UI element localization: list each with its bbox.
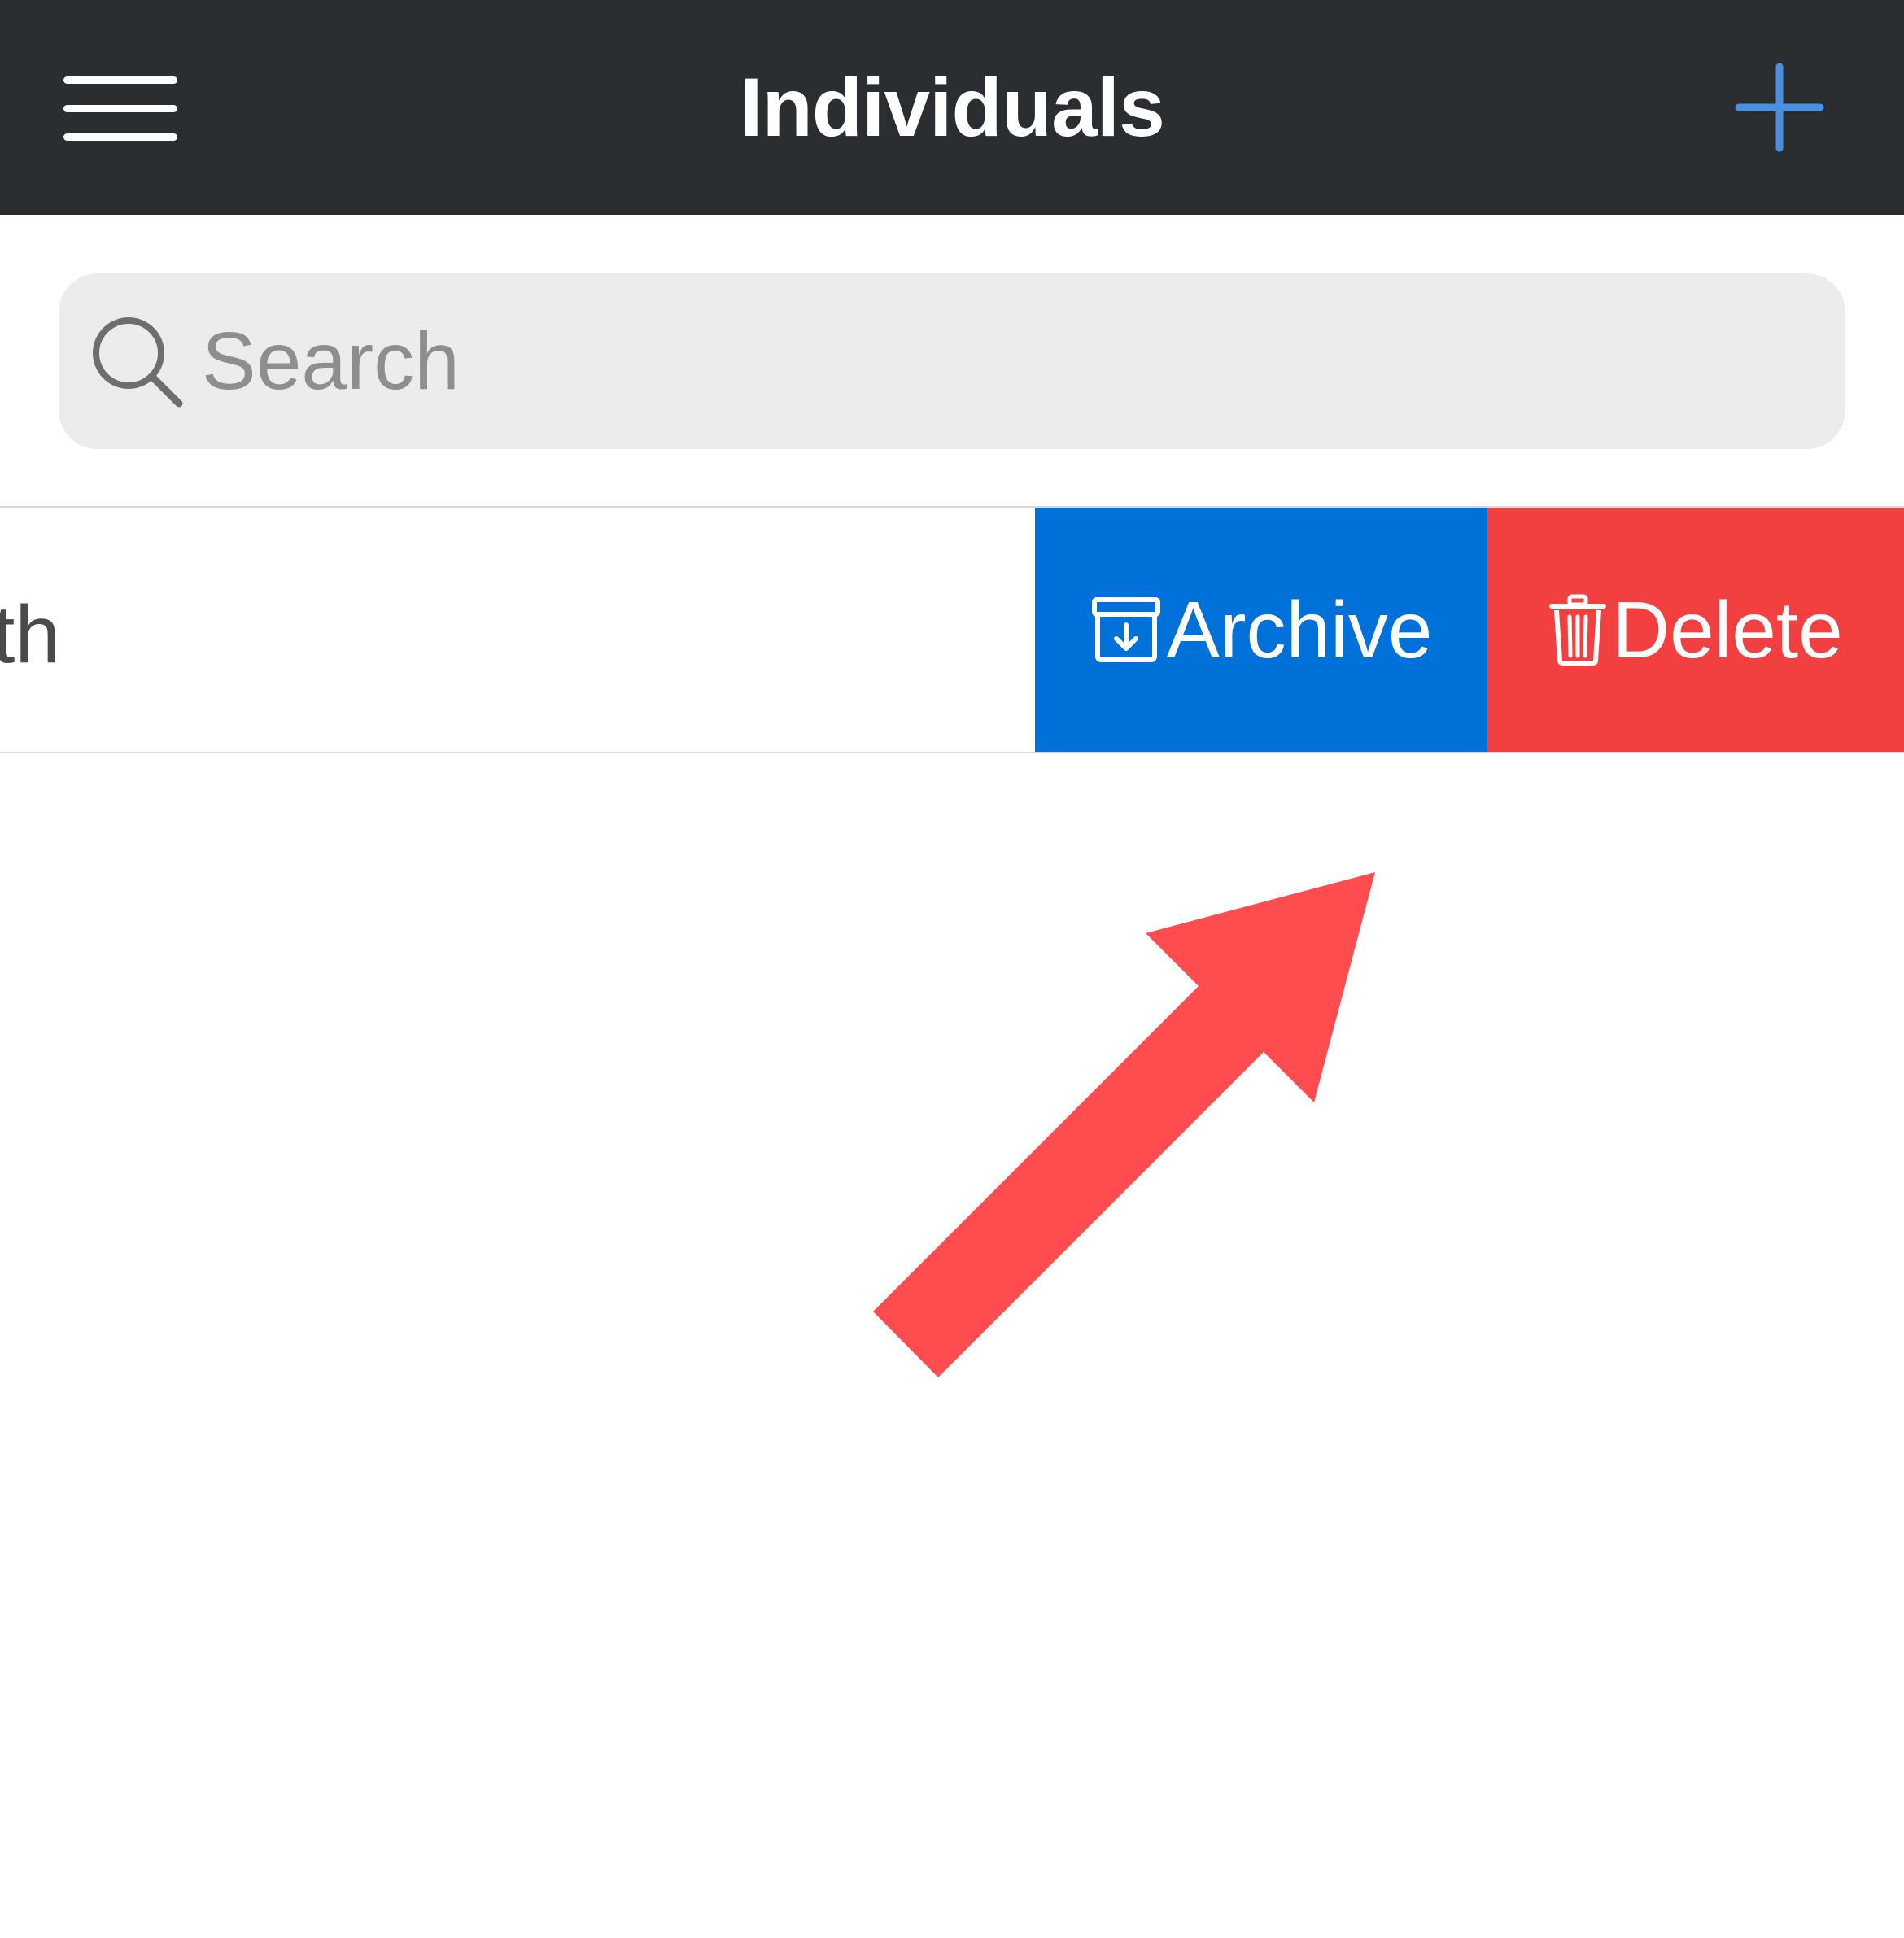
list-item-label: th: [0, 589, 60, 680]
archive-box-icon: [1090, 596, 1162, 664]
search-bar[interactable]: [59, 273, 1845, 449]
plus-icon: [1735, 63, 1824, 152]
delete-label: Delete: [1612, 584, 1843, 674]
search-input[interactable]: [202, 273, 1813, 449]
page-title: Individuals: [740, 61, 1165, 154]
archive-button[interactable]: Archive: [1035, 508, 1487, 752]
add-button[interactable]: [1727, 57, 1832, 163]
list-divider: [0, 752, 1904, 753]
archive-label: Archive: [1166, 584, 1433, 674]
hamburger-menu-icon[interactable]: [50, 65, 181, 155]
delete-button[interactable]: Delete: [1487, 508, 1904, 752]
list-item[interactable]: th: [0, 508, 1035, 752]
nav-bar: Individuals: [0, 0, 1904, 215]
trash-icon: [1548, 594, 1607, 666]
search-icon: [88, 312, 189, 413]
